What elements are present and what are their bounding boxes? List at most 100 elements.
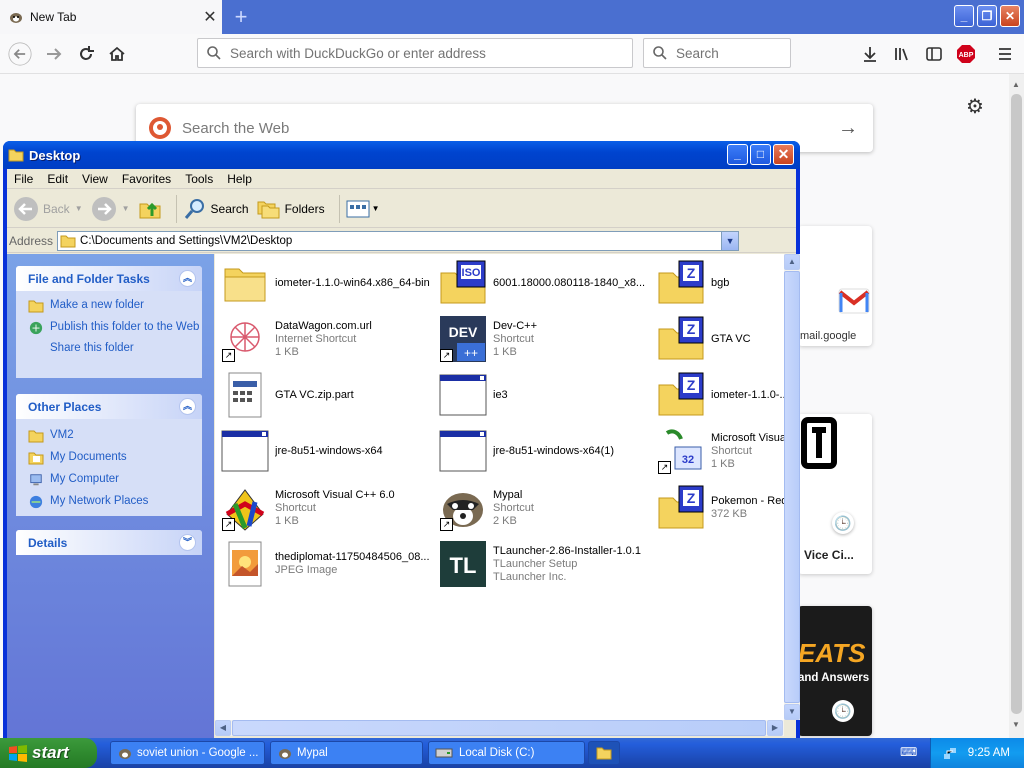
folder-icon: [596, 747, 612, 760]
firefox-scrollbar[interactable]: ▲ ▼: [1009, 74, 1024, 738]
svg-text:TL: TL: [450, 553, 477, 578]
file-item-tlauncher[interactable]: TL TLauncher-2.86-Installer-1.0.1 TLaunc…: [439, 538, 654, 590]
make-new-folder-link[interactable]: Make a new folder: [16, 297, 202, 315]
file-item-iso[interactable]: ISO 6001.18000.080118-1840_x8...: [439, 257, 654, 309]
file-item-ie3[interactable]: ie3: [439, 369, 654, 421]
file-item-jre-1[interactable]: jre-8u51-windows-x64(1): [439, 425, 654, 477]
address-field[interactable]: C:\Documents and Settings\VM2\Desktop ▼: [57, 230, 740, 251]
scroll-right-icon[interactable]: ▶: [767, 720, 783, 736]
menu-view[interactable]: View: [75, 172, 115, 186]
adblock-plus-icon[interactable]: ABP: [954, 42, 978, 66]
collapse-chevron-icon[interactable]: ︽: [179, 398, 196, 415]
file-name: jre-8u51-windows-x64(1): [493, 444, 615, 457]
tab-new-tab[interactable]: New Tab ✕: [0, 0, 222, 34]
url-bar[interactable]: Search with DuckDuckGo or enter address: [197, 38, 633, 68]
back-button[interactable]: Back ▼: [13, 196, 83, 222]
file-name: Dev-C++: [493, 319, 538, 332]
forward-arrow-icon[interactable]: [42, 42, 66, 66]
restore-button[interactable]: ❐: [977, 5, 997, 27]
network-tray-icon[interactable]: [942, 745, 958, 761]
gear-icon[interactable]: ⚙: [966, 94, 984, 119]
submit-arrow-icon[interactable]: →: [823, 117, 873, 140]
folders-button[interactable]: Folders: [257, 198, 325, 220]
file-item-mypal[interactable]: ↗ Mypal Shortcut 2 KB: [439, 482, 654, 534]
share-folder-link[interactable]: Share this folder: [16, 340, 202, 358]
file-item-bgb[interactable]: Z bgb: [657, 257, 872, 309]
scroll-up-icon[interactable]: ▲: [784, 254, 800, 270]
collapse-chevron-icon[interactable]: ︽: [179, 270, 196, 287]
minimize-button[interactable]: _: [954, 5, 974, 27]
place-my-network-link[interactable]: My Network Places: [16, 493, 202, 511]
start-button[interactable]: start: [0, 738, 97, 768]
file-item-diplomat-jpeg[interactable]: thediplomat-11750484506_08... JPEG Image: [221, 538, 436, 590]
maximize-button[interactable]: □: [750, 144, 771, 165]
downloads-icon[interactable]: [858, 42, 882, 66]
place-my-documents-link[interactable]: My Documents: [16, 449, 202, 467]
scroll-up-icon[interactable]: ▲: [1012, 80, 1020, 89]
tab-close-icon[interactable]: ✕: [198, 7, 222, 27]
details-header[interactable]: Details ︾: [16, 530, 202, 555]
file-item-msvc6[interactable]: ↗ Microsoft Visual C++ 6.0 Shortcut 1 KB: [221, 482, 436, 534]
file-item-jre[interactable]: jre-8u51-windows-x64: [221, 425, 436, 477]
keyboard-icon[interactable]: ⌨: [900, 745, 918, 761]
menu-tools[interactable]: Tools: [178, 172, 220, 186]
library-icon[interactable]: [890, 42, 914, 66]
search-button[interactable]: Search: [183, 197, 249, 221]
explorer-titlebar[interactable]: Desktop: [3, 141, 800, 169]
address-dropdown-icon[interactable]: ▼: [721, 231, 739, 250]
top-site-cheats[interactable]: EATS and Answers 🕒: [798, 606, 872, 736]
msvc6-icon: ↗: [221, 484, 269, 532]
scroll-down-icon[interactable]: ▼: [784, 704, 800, 720]
scroll-left-icon[interactable]: ◀: [215, 720, 231, 736]
cheats-caption: and Answers: [798, 672, 870, 684]
minimize-button[interactable]: _: [727, 144, 748, 165]
file-item-iometer-zip[interactable]: Z iometer-1.1.0-...: [657, 369, 872, 421]
scroll-down-icon[interactable]: ▼: [1012, 720, 1020, 729]
other-places-panel: Other Places ︽ VM2 My Documents My Compu…: [16, 394, 202, 516]
file-item-gta-part[interactable]: GTA VC.zip.part: [221, 369, 436, 421]
task-desktop-explorer[interactable]: [588, 741, 620, 765]
menu-edit[interactable]: Edit: [40, 172, 75, 186]
place-vm2-link[interactable]: VM2: [16, 427, 202, 445]
file-type: Shortcut: [493, 332, 534, 345]
file-type: Internet Shortcut: [275, 332, 357, 345]
scroll-thumb[interactable]: [784, 271, 800, 703]
search-bar[interactable]: Search: [643, 38, 791, 68]
forward-button[interactable]: ▼: [91, 196, 130, 222]
up-folder-button[interactable]: [138, 197, 162, 221]
scroll-thumb[interactable]: [1011, 94, 1022, 714]
task-local-disk[interactable]: Local Disk (C:): [428, 741, 585, 765]
place-my-computer-link[interactable]: My Computer: [16, 471, 202, 489]
file-item-pokemon[interactable]: Z Pokemon - Red... 372 KB: [657, 482, 872, 534]
views-button[interactable]: ▼: [346, 199, 380, 219]
file-item-msvc-shortcut[interactable]: 32 ↗ Microsoft Visua... Shortcut 1 KB: [657, 425, 872, 477]
back-arrow-icon[interactable]: [8, 42, 32, 66]
close-window-button[interactable]: ✕: [1000, 5, 1020, 27]
new-tab-button[interactable]: +: [228, 4, 254, 30]
other-places-header[interactable]: Other Places ︽: [16, 394, 202, 419]
file-item-iometer-folder[interactable]: iometer-1.1.0-win64.x86_64-bin: [221, 257, 436, 309]
file-item-gta-vc[interactable]: Z GTA VC: [657, 313, 872, 365]
file-folder-tasks-header[interactable]: File and Folder Tasks ︽: [16, 266, 202, 291]
expand-chevron-icon[interactable]: ︾: [179, 534, 196, 551]
file-name: Microsoft Visual C++ 6.0: [275, 488, 395, 501]
file-item-datawagon[interactable]: ↗ DataWagon.com.url Internet Shortcut 1 …: [221, 313, 436, 365]
publish-folder-link[interactable]: Publish this folder to the Web: [16, 319, 202, 337]
shortcut-arrow-icon: ↗: [658, 461, 671, 474]
task-mypal[interactable]: Mypal: [270, 741, 423, 765]
reload-icon[interactable]: [74, 42, 98, 66]
file-item-devcpp[interactable]: DEV ++ ↗ Dev-C++ Shortcut 1 KB: [439, 313, 654, 365]
scroll-thumb[interactable]: [232, 720, 766, 736]
menu-hamburger-icon[interactable]: [993, 42, 1017, 66]
vertical-scrollbar[interactable]: ▲ ▼: [784, 254, 800, 720]
sidebar-icon[interactable]: [922, 42, 946, 66]
cheats-logo-text: EATS: [798, 638, 866, 668]
horizontal-scrollbar[interactable]: ◀ ▶: [215, 720, 784, 736]
duckduckgo-icon: [149, 117, 171, 139]
task-firefox-soviet-union[interactable]: soviet union - Google ...: [110, 741, 265, 765]
menu-help[interactable]: Help: [220, 172, 259, 186]
menu-file[interactable]: File: [7, 172, 40, 186]
menu-favorites[interactable]: Favorites: [115, 172, 178, 186]
close-button[interactable]: ✕: [773, 144, 794, 165]
home-icon[interactable]: [105, 42, 129, 66]
